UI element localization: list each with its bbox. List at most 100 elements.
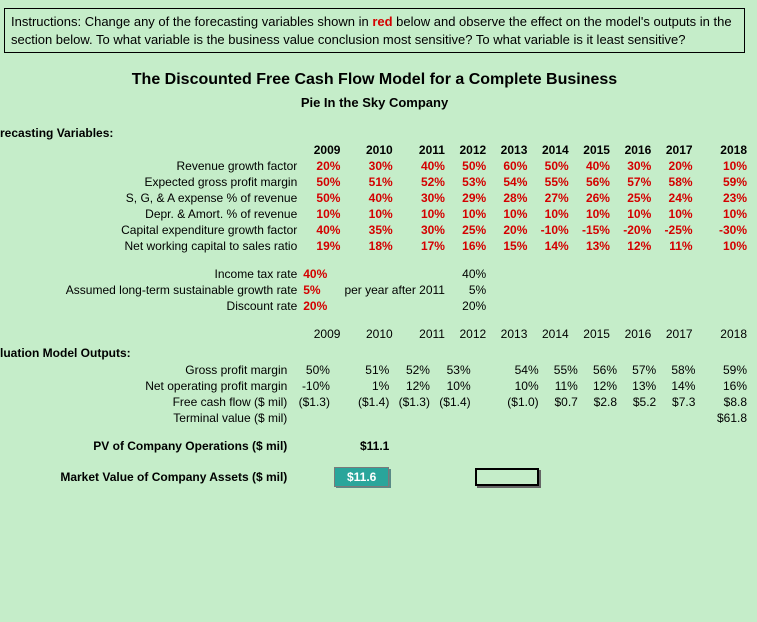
forecast-cell[interactable]: 10% xyxy=(342,206,394,222)
forecast-cell[interactable]: 18% xyxy=(342,238,394,254)
mv-row: Market Value of Company Assets ($ mil) $… xyxy=(0,466,749,488)
forecast-cell[interactable]: 60% xyxy=(488,158,529,174)
year-header: 2013 xyxy=(488,326,529,342)
year-header: 2012 xyxy=(447,142,488,158)
output-cell xyxy=(291,410,332,426)
forecast-cell[interactable]: 25% xyxy=(447,222,488,238)
instructions-box: Instructions: Change any of the forecast… xyxy=(4,8,745,53)
output-cell: 1% xyxy=(332,378,391,394)
year-header-row: 2009 2010 2011 2012 2013 2014 2015 2016 … xyxy=(0,142,749,158)
year-header: 2010 xyxy=(342,326,394,342)
output-cell: 50% xyxy=(291,362,332,378)
year-header: 2009 xyxy=(301,326,342,342)
forecast-cell[interactable]: 10% xyxy=(301,206,342,222)
assumption-value[interactable]: 40% xyxy=(301,266,342,282)
forecast-cell[interactable]: 10% xyxy=(529,206,570,222)
forecast-cell[interactable]: 53% xyxy=(447,174,488,190)
forecast-cell[interactable]: 59% xyxy=(695,174,749,190)
outputs-table: Gross profit margin50%51%52%53%54%55%56%… xyxy=(0,362,749,488)
forecast-cell[interactable]: 57% xyxy=(612,174,653,190)
output-cell: ($1.3) xyxy=(291,394,332,410)
output-row: Free cash flow ($ mil)($1.3)($1.4)($1.3)… xyxy=(0,394,749,410)
output-cell: $0.7 xyxy=(541,394,580,410)
forecast-cell[interactable]: 10% xyxy=(447,206,488,222)
forecast-cell[interactable]: 10% xyxy=(488,206,529,222)
forecast-cell[interactable]: 40% xyxy=(342,190,394,206)
instructions-red-word: red xyxy=(372,14,392,29)
forecast-cell[interactable]: 50% xyxy=(447,158,488,174)
forecast-cell[interactable]: 10% xyxy=(695,238,749,254)
forecast-cell[interactable]: 50% xyxy=(301,174,342,190)
forecast-cell[interactable]: 12% xyxy=(612,238,653,254)
forecast-cell[interactable]: 30% xyxy=(612,158,653,174)
forecast-cell[interactable]: 10% xyxy=(395,206,447,222)
forecast-cell[interactable]: 17% xyxy=(395,238,447,254)
output-cell: ($1.0) xyxy=(473,394,541,410)
forecast-cell[interactable]: 50% xyxy=(301,190,342,206)
forecast-cell[interactable]: 10% xyxy=(571,206,612,222)
output-cell xyxy=(473,410,541,426)
active-cell-cursor[interactable] xyxy=(475,468,539,486)
assumption-value[interactable]: 5% xyxy=(301,282,342,298)
forecast-cell[interactable]: 26% xyxy=(571,190,612,206)
forecast-cell[interactable]: 56% xyxy=(571,174,612,190)
forecast-cell[interactable]: 20% xyxy=(301,158,342,174)
page-title: The Discounted Free Cash Flow Model for … xyxy=(0,71,749,89)
year-header: 2018 xyxy=(695,142,749,158)
output-row: Gross profit margin50%51%52%53%54%55%56%… xyxy=(0,362,749,378)
row-label: Capital expenditure growth factor xyxy=(0,222,301,238)
assumption-black-value: 20% xyxy=(447,298,488,314)
forecast-cell[interactable]: -20% xyxy=(612,222,653,238)
forecast-cell[interactable]: -10% xyxy=(529,222,570,238)
forecast-cell[interactable]: 23% xyxy=(695,190,749,206)
year-header: 2013 xyxy=(488,142,529,158)
forecast-cell[interactable]: 55% xyxy=(529,174,570,190)
assumption-row: Assumed long-term sustainable growth rat… xyxy=(0,282,749,298)
forecast-cell[interactable]: 29% xyxy=(447,190,488,206)
forecast-cell[interactable]: -30% xyxy=(695,222,749,238)
forecast-cell[interactable]: 20% xyxy=(488,222,529,238)
forecast-cell[interactable]: 20% xyxy=(653,158,694,174)
forecast-cell[interactable]: 30% xyxy=(395,222,447,238)
forecast-cell[interactable]: 35% xyxy=(342,222,394,238)
forecast-cell[interactable]: 10% xyxy=(653,206,694,222)
year-header: 2017 xyxy=(653,326,694,342)
forecast-row: S, G, & A expense % of revenue50%40%30%2… xyxy=(0,190,749,206)
output-cell: $7.3 xyxy=(658,394,697,410)
forecast-cell[interactable]: 51% xyxy=(342,174,394,190)
forecast-cell[interactable]: 27% xyxy=(529,190,570,206)
forecast-cell[interactable]: 30% xyxy=(342,158,394,174)
forecast-cell[interactable]: 28% xyxy=(488,190,529,206)
forecast-cell[interactable]: 40% xyxy=(301,222,342,238)
pv-label: PV of Company Operations ($ mil) xyxy=(0,438,291,454)
row-label: Income tax rate xyxy=(0,266,301,282)
forecast-cell[interactable]: 58% xyxy=(653,174,694,190)
forecast-cell[interactable]: -15% xyxy=(571,222,612,238)
forecast-cell[interactable]: 10% xyxy=(695,158,749,174)
forecast-cell[interactable]: 54% xyxy=(488,174,529,190)
forecast-cell[interactable]: 40% xyxy=(395,158,447,174)
forecast-cell[interactable]: 19% xyxy=(301,238,342,254)
assumption-value[interactable]: 20% xyxy=(301,298,342,314)
forecast-cell[interactable]: 52% xyxy=(395,174,447,190)
output-cell: ($1.4) xyxy=(332,394,391,410)
output-cell xyxy=(432,410,473,426)
output-cell: 54% xyxy=(473,362,541,378)
forecast-cell[interactable]: 11% xyxy=(653,238,694,254)
forecast-cell[interactable]: 24% xyxy=(653,190,694,206)
output-cell: 52% xyxy=(391,362,432,378)
forecast-cell[interactable]: 50% xyxy=(529,158,570,174)
output-cell: ($1.3) xyxy=(391,394,432,410)
row-label: Terminal value ($ mil) xyxy=(0,410,291,426)
forecast-cell[interactable]: 10% xyxy=(612,206,653,222)
output-cell: 59% xyxy=(697,362,749,378)
forecast-cell[interactable]: 40% xyxy=(571,158,612,174)
forecast-cell[interactable]: 30% xyxy=(395,190,447,206)
forecast-cell[interactable]: 13% xyxy=(571,238,612,254)
forecast-cell[interactable]: 10% xyxy=(695,206,749,222)
forecast-cell[interactable]: -25% xyxy=(653,222,694,238)
forecast-cell[interactable]: 15% xyxy=(488,238,529,254)
forecast-cell[interactable]: 25% xyxy=(612,190,653,206)
forecast-cell[interactable]: 16% xyxy=(447,238,488,254)
forecast-cell[interactable]: 14% xyxy=(529,238,570,254)
